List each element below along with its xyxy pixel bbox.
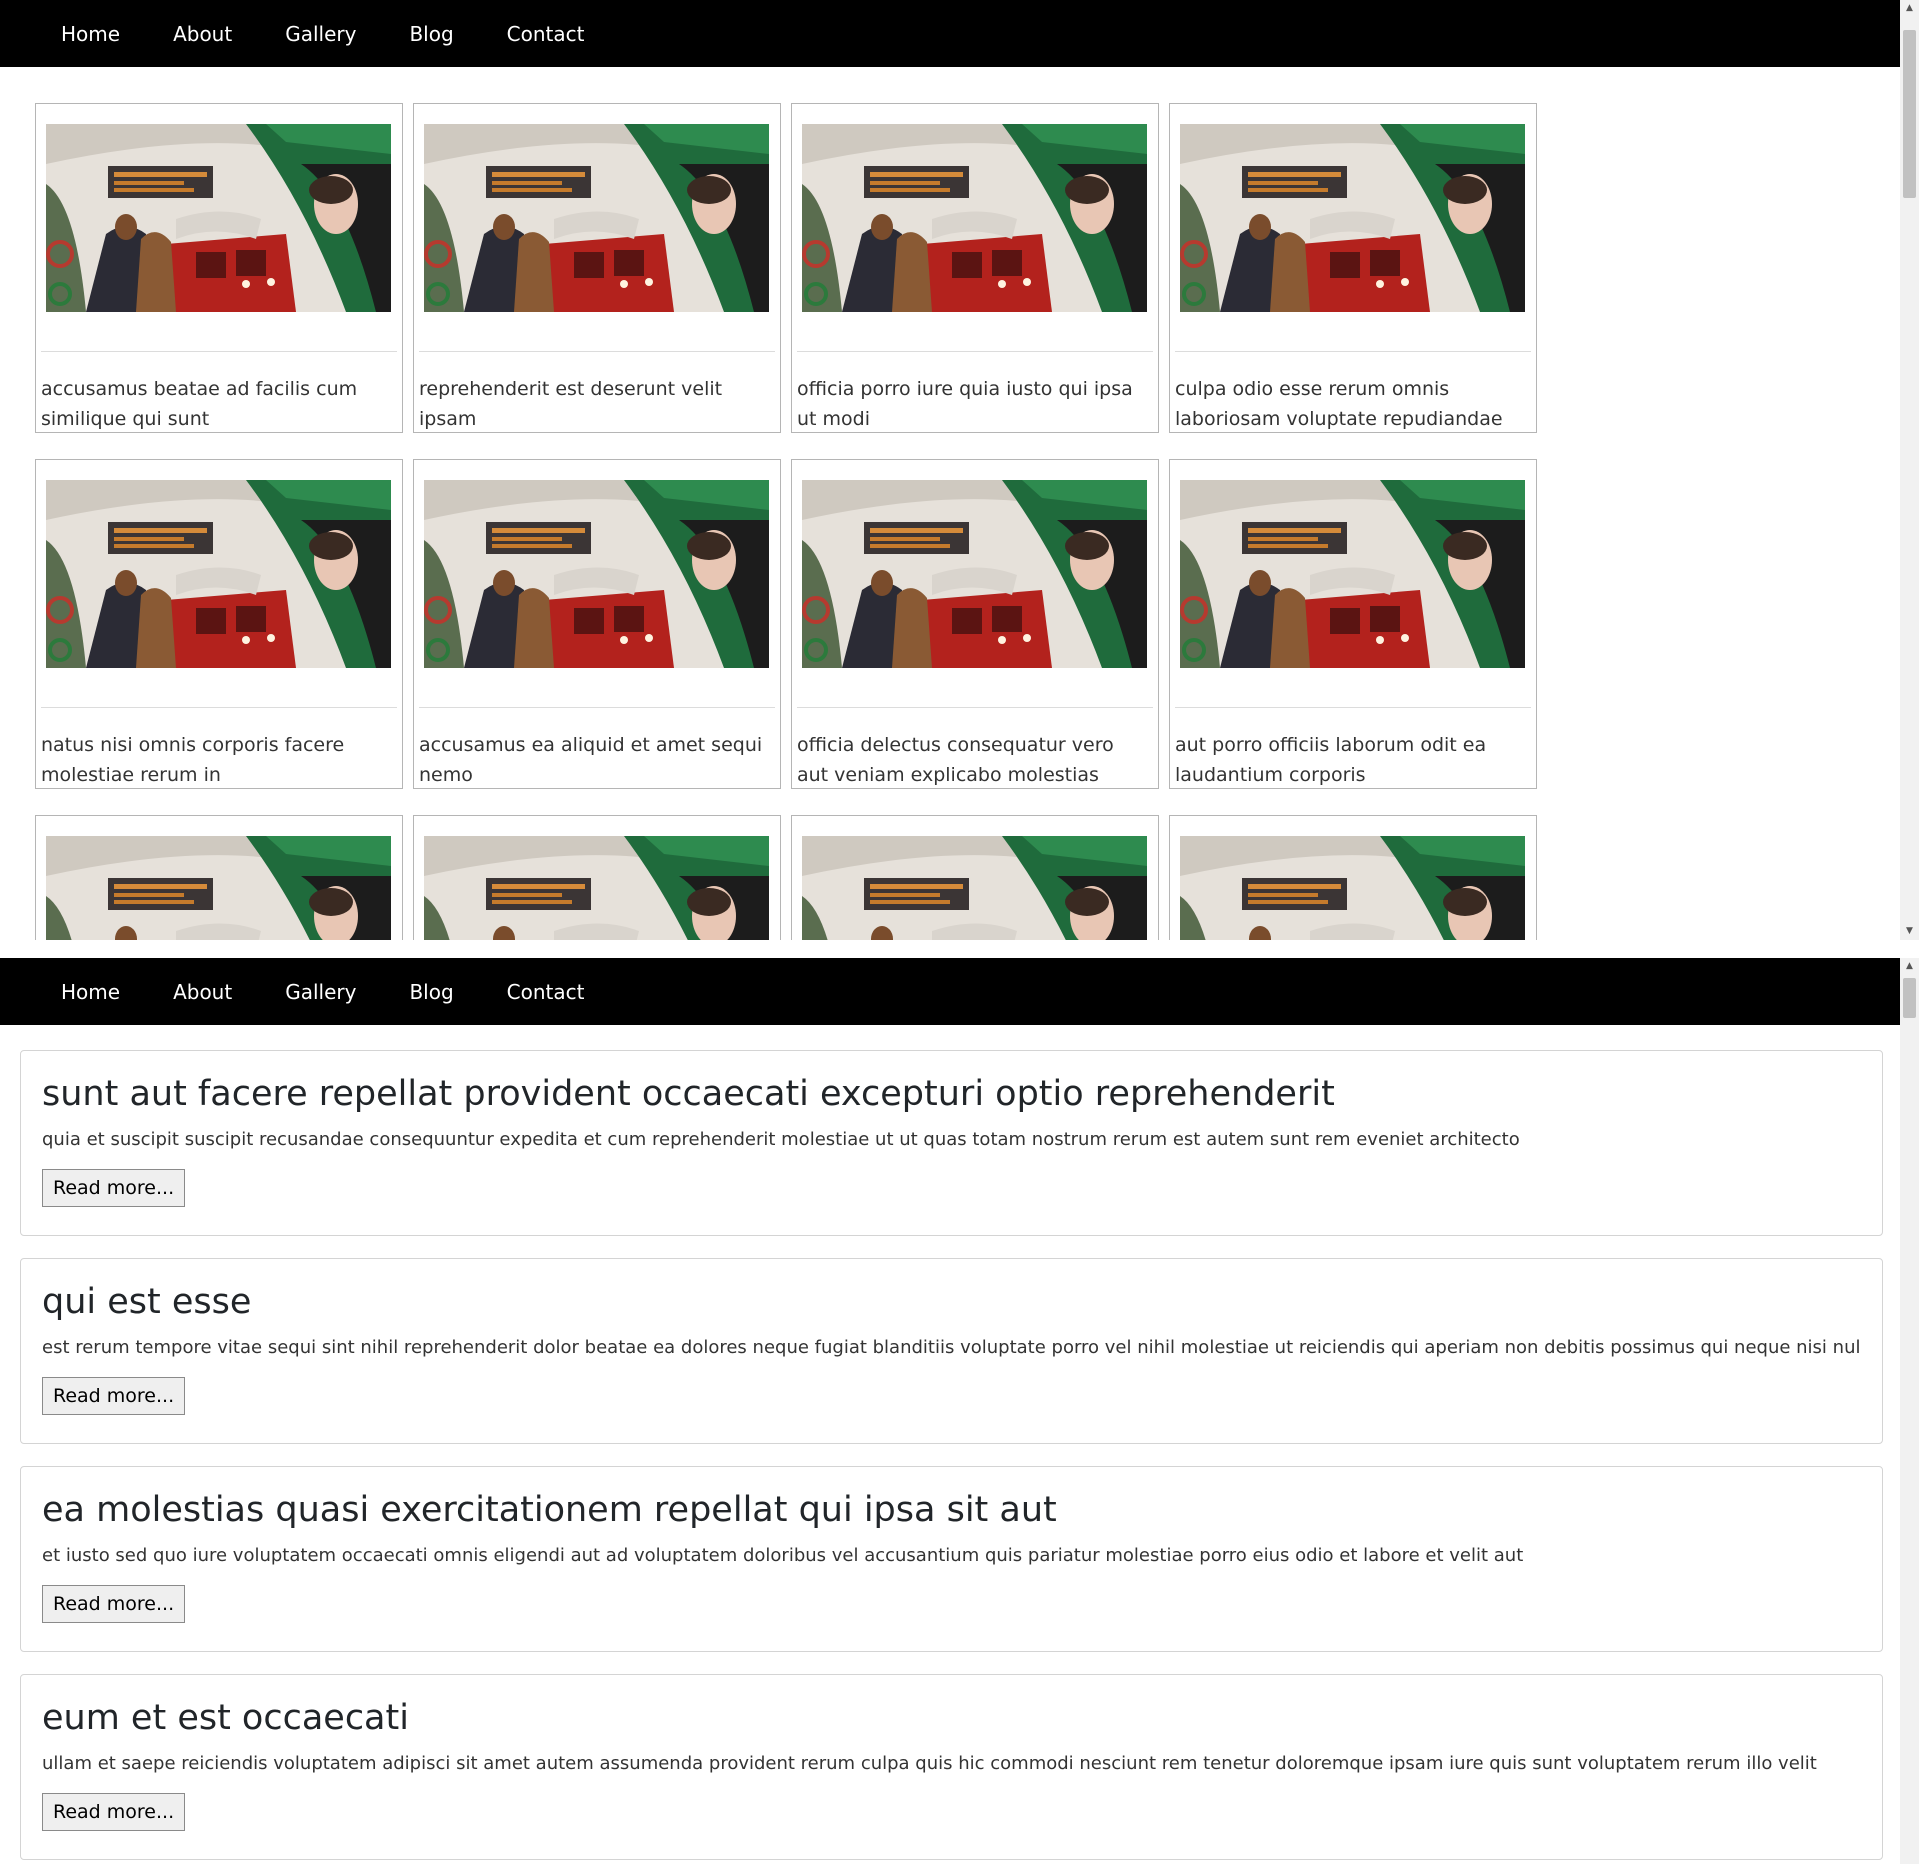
gallery-caption: accusamus beatae ad facilis cum similiqu… <box>41 378 358 430</box>
nav-blog-link[interactable]: Blog <box>409 22 453 46</box>
top-navbar: Home About Gallery Blog Contact <box>0 0 1919 67</box>
blog-post-card: qui est esse est rerum tempore vitae seq… <box>20 1258 1883 1444</box>
read-more-button[interactable]: Read more... <box>42 1585 186 1623</box>
subway-train-photo[interactable] <box>424 480 769 668</box>
blog-screen: Home About Gallery Blog Contact sunt aut… <box>0 958 1919 1864</box>
post-excerpt: est rerum tempore vitae sequi sint nihil… <box>42 1337 1861 1358</box>
post-excerpt: quia et suscipit suscipit recusandae con… <box>42 1129 1520 1150</box>
blog-post-card: sunt aut facere repellat provident occae… <box>20 1050 1883 1236</box>
nav-blog-link[interactable]: Blog <box>409 980 453 1004</box>
gallery-card[interactable] <box>413 815 781 940</box>
card-divider <box>797 707 1153 708</box>
read-more-button[interactable]: Read more... <box>42 1377 186 1415</box>
subway-train-photo[interactable] <box>424 836 769 940</box>
gallery-caption: officia delectus consequatur vero aut ve… <box>797 734 1114 786</box>
card-divider <box>797 351 1153 352</box>
card-divider <box>1175 351 1531 352</box>
top-navbar: Home About Gallery Blog Contact <box>0 958 1919 1025</box>
page-scrollbar[interactable]: ▲ ▼ <box>1900 0 1919 940</box>
scrollbar-thumb[interactable] <box>1903 30 1916 198</box>
read-more-button[interactable]: Read more... <box>42 1169 186 1207</box>
gallery-card[interactable] <box>791 815 1159 940</box>
subway-train-photo[interactable] <box>802 124 1147 312</box>
gallery-caption: accusamus ea aliquid et amet sequi nemo <box>419 734 763 786</box>
blog-post-card: eum et est occaecati ullam et saepe reic… <box>20 1674 1883 1860</box>
post-title: qui est esse <box>42 1282 252 1322</box>
nav-contact-link[interactable]: Contact <box>507 22 585 46</box>
gallery-card[interactable]: officia porro iure quia iusto qui ipsa u… <box>791 103 1159 433</box>
read-more-button[interactable]: Read more... <box>42 1793 186 1831</box>
subway-train-photo[interactable] <box>46 124 391 312</box>
subway-train-photo[interactable] <box>802 836 1147 940</box>
gallery-caption: natus nisi omnis corporis facere molesti… <box>41 734 345 786</box>
scroll-up-arrow-icon[interactable]: ▲ <box>1900 958 1919 975</box>
gallery-caption: reprehenderit est deserunt velit ipsam <box>419 378 723 430</box>
gallery-card[interactable] <box>35 815 403 940</box>
nav-about-link[interactable]: About <box>173 22 232 46</box>
subway-train-photo[interactable] <box>1180 124 1525 312</box>
nav-contact-link[interactable]: Contact <box>507 980 585 1004</box>
post-title: ea molestias quasi exercitationem repell… <box>42 1490 1057 1530</box>
blog-post-list: sunt aut facere repellat provident occae… <box>20 1050 1883 1864</box>
nav-home-link[interactable]: Home <box>61 980 120 1004</box>
card-divider <box>41 351 397 352</box>
gallery-card[interactable]: natus nisi omnis corporis facere molesti… <box>35 459 403 789</box>
post-excerpt: et iusto sed quo iure voluptatem occaeca… <box>42 1545 1524 1566</box>
subway-train-photo[interactable] <box>1180 836 1525 940</box>
gallery-card[interactable]: culpa odio esse rerum omnis laboriosam v… <box>1169 103 1537 433</box>
page-scrollbar[interactable]: ▲ <box>1900 958 1919 1864</box>
gallery-card[interactable]: aut porro officiis laborum odit ea lauda… <box>1169 459 1537 789</box>
nav-gallery-link[interactable]: Gallery <box>285 980 356 1004</box>
nav-about-link[interactable]: About <box>173 980 232 1004</box>
scroll-up-arrow-icon[interactable]: ▲ <box>1900 0 1919 17</box>
scrollbar-thumb[interactable] <box>1903 978 1916 1018</box>
gallery-card[interactable]: accusamus ea aliquid et amet sequi nemo <box>413 459 781 789</box>
scroll-down-arrow-icon[interactable]: ▼ <box>1900 923 1919 940</box>
card-divider <box>1175 707 1531 708</box>
gallery-screen: Home About Gallery Blog Contact accusamu… <box>0 0 1919 940</box>
gallery-card[interactable]: accusamus beatae ad facilis cum similiqu… <box>35 103 403 433</box>
card-divider <box>41 707 397 708</box>
subway-train-photo[interactable] <box>424 124 769 312</box>
post-excerpt: ullam et saepe reiciendis voluptatem adi… <box>42 1753 1817 1774</box>
screenshot-divider <box>0 940 1919 958</box>
nav-home-link[interactable]: Home <box>61 22 120 46</box>
blog-post-card: ea molestias quasi exercitationem repell… <box>20 1466 1883 1652</box>
post-title: sunt aut facere repellat provident occae… <box>42 1074 1335 1114</box>
gallery-caption: aut porro officiis laborum odit ea lauda… <box>1175 734 1487 786</box>
photo-gallery-grid: accusamus beatae ad facilis cum similiqu… <box>35 103 1541 940</box>
gallery-card[interactable] <box>1169 815 1537 940</box>
subway-train-photo[interactable] <box>802 480 1147 668</box>
post-title: eum et est occaecati <box>42 1698 409 1738</box>
nav-gallery-link[interactable]: Gallery <box>285 22 356 46</box>
subway-train-photo[interactable] <box>46 480 391 668</box>
gallery-card[interactable]: officia delectus consequatur vero aut ve… <box>791 459 1159 789</box>
gallery-caption: officia porro iure quia iusto qui ipsa u… <box>797 378 1133 430</box>
gallery-card[interactable]: reprehenderit est deserunt velit ipsam <box>413 103 781 433</box>
card-divider <box>419 707 775 708</box>
subway-train-photo[interactable] <box>46 836 391 940</box>
gallery-caption: culpa odio esse rerum omnis laboriosam v… <box>1175 378 1503 430</box>
subway-train-photo[interactable] <box>1180 480 1525 668</box>
card-divider <box>419 351 775 352</box>
